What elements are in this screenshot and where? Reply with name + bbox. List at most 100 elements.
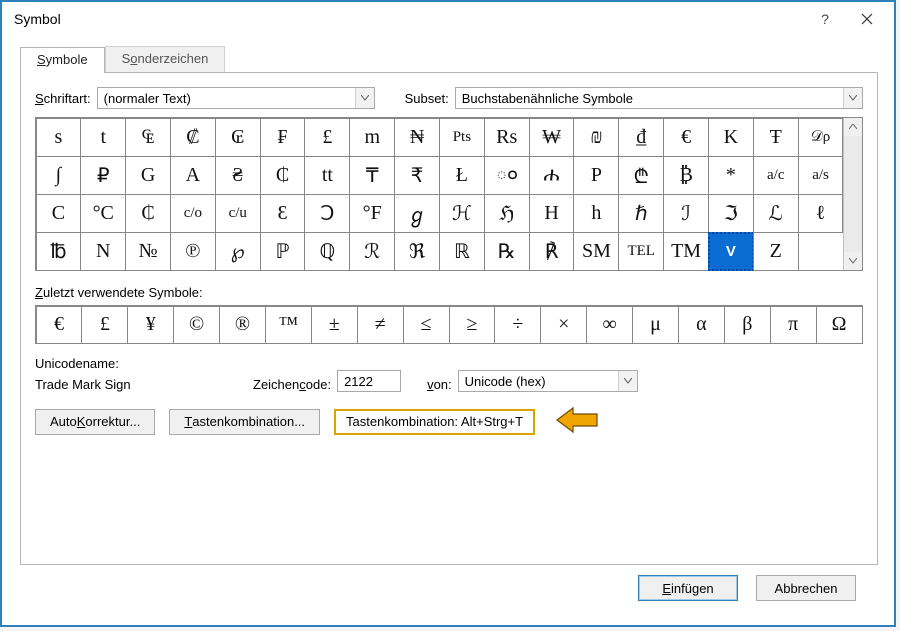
symbol-cell[interactable]: a/s — [798, 156, 844, 195]
symbol-cell[interactable]: ℌ — [484, 194, 530, 233]
symbol-cell[interactable]: V — [708, 232, 754, 271]
symbol-cell[interactable]: ₣ — [260, 118, 306, 157]
recent-symbol-cell[interactable]: ≥ — [449, 306, 496, 344]
symbol-cell[interactable]: ₵ — [125, 194, 171, 233]
recent-symbol-cell[interactable]: £ — [81, 306, 128, 344]
symbol-cell[interactable]: ₠ — [125, 118, 171, 157]
recent-symbol-cell[interactable]: ∞ — [586, 306, 633, 344]
symbol-cell[interactable]: SM — [573, 232, 619, 271]
symbol-cell[interactable]: ℏ — [618, 194, 664, 233]
symbol-cell[interactable]: * — [708, 156, 754, 195]
symbol-cell[interactable]: ₢ — [215, 118, 261, 157]
symbol-cell[interactable]: £ — [304, 118, 350, 157]
recent-symbol-cell[interactable]: Ω — [816, 306, 863, 344]
symbol-cell[interactable]: ₩ — [529, 118, 575, 157]
symbol-cell[interactable]: Ł — [439, 156, 485, 195]
symbol-cell[interactable]: ₽ — [80, 156, 126, 195]
symbol-cell[interactable]: °C — [80, 194, 126, 233]
recent-symbols[interactable]: €£¥©®™±≠≤≥÷×∞μαβπΩ — [35, 305, 863, 344]
symbol-cell[interactable]: ℜ — [394, 232, 440, 271]
cancel-button[interactable]: Abbrechen — [756, 575, 856, 601]
symbol-cell[interactable]: ₾ — [618, 156, 664, 195]
insert-button[interactable]: Einfügen — [638, 575, 738, 601]
recent-symbol-cell[interactable]: € — [36, 306, 83, 344]
symbol-cell[interactable]: m — [349, 118, 395, 157]
grid-scrollbar[interactable] — [843, 118, 862, 270]
tab-special-chars[interactable]: Sonderzeichen — [105, 46, 226, 72]
symbol-cell[interactable]: ₫ — [618, 118, 664, 157]
symbol-cell[interactable]: Z — [753, 232, 799, 271]
symbol-cell[interactable]: ₿ — [663, 156, 709, 195]
symbol-cell[interactable]: ₪ — [573, 118, 619, 157]
symbol-cell[interactable]: ℟ — [529, 232, 575, 271]
symbol-cell[interactable]: ℛ — [349, 232, 395, 271]
symbol-cell[interactable]: ℚ — [304, 232, 350, 271]
symbol-cell[interactable]: ℓ — [798, 194, 844, 233]
symbol-cell[interactable]: ℋ — [439, 194, 485, 233]
symbol-cell[interactable]: ℑ — [708, 194, 754, 233]
symbol-cell[interactable]: a/c — [753, 156, 799, 195]
symbol-cell[interactable]: TM — [663, 232, 709, 271]
recent-symbol-cell[interactable]: μ — [632, 306, 679, 344]
autocorrect-button[interactable]: AutoKorrektur... — [35, 409, 155, 435]
recent-symbol-cell[interactable]: ™ — [265, 306, 312, 344]
symbol-cell[interactable]: 𝒟ρ — [798, 118, 844, 157]
symbol-cell[interactable]: € — [663, 118, 709, 157]
symbol-cell[interactable]: № — [125, 232, 171, 271]
recent-symbol-cell[interactable]: π — [770, 306, 817, 344]
symbol-cell[interactable]: N — [80, 232, 126, 271]
scroll-up-icon[interactable] — [844, 118, 862, 136]
symbol-cell[interactable]: ℗ — [170, 232, 216, 271]
recent-symbol-cell[interactable]: ≠ — [357, 306, 404, 344]
symbol-cell[interactable]: ∫ — [36, 156, 82, 195]
shortcut-key-button[interactable]: Tastenkombination... — [169, 409, 320, 435]
symbol-cell[interactable]: tt — [304, 156, 350, 195]
symbol-cell[interactable]: ℊ — [394, 194, 440, 233]
recent-symbol-cell[interactable]: α — [678, 306, 725, 344]
symbol-cell[interactable]: Pts — [439, 118, 485, 157]
subset-dropdown[interactable]: Buchstabenähnliche Symbole — [455, 87, 863, 109]
symbol-cell[interactable]: K — [708, 118, 754, 157]
symbol-cell[interactable]: Ↄ — [304, 194, 350, 233]
symbol-cell[interactable]: A — [170, 156, 216, 195]
recent-symbol-cell[interactable]: β — [724, 306, 771, 344]
symbol-cell[interactable]: s — [36, 118, 82, 157]
symbol-cell[interactable]: C — [36, 194, 82, 233]
symbol-cell[interactable]: ℙ — [260, 232, 306, 271]
symbol-cell[interactable]: Ŧ — [753, 118, 799, 157]
symbol-cell[interactable]: ℔ — [36, 232, 82, 271]
char-code-input[interactable]: 2122 — [337, 370, 401, 392]
symbol-grid[interactable]: st₠₡₢₣£m₦PtsRs₩₪₫€KŦ𝒟ρ∫₽GA₴₵tt₸₹ŁంሐP₾₿*a… — [36, 118, 843, 270]
symbol-cell[interactable]: ₦ — [394, 118, 440, 157]
symbol-cell[interactable]: H — [529, 194, 575, 233]
recent-symbol-cell[interactable]: ± — [311, 306, 358, 344]
symbol-cell[interactable]: c/u — [215, 194, 261, 233]
symbol-cell[interactable]: ₵ — [260, 156, 306, 195]
recent-symbol-cell[interactable]: ≤ — [403, 306, 450, 344]
symbol-cell[interactable]: ሐ — [529, 156, 575, 195]
recent-symbol-cell[interactable]: © — [173, 306, 220, 344]
symbol-cell[interactable]: h — [573, 194, 619, 233]
recent-symbol-cell[interactable]: × — [540, 306, 587, 344]
symbol-cell[interactable]: °F — [349, 194, 395, 233]
symbol-cell[interactable]: G — [125, 156, 171, 195]
symbol-cell[interactable]: ℐ — [663, 194, 709, 233]
recent-symbol-cell[interactable]: ¥ — [127, 306, 174, 344]
symbol-cell[interactable]: ₡ — [170, 118, 216, 157]
symbol-cell[interactable]: t — [80, 118, 126, 157]
symbol-cell[interactable]: Rs — [484, 118, 530, 157]
font-dropdown[interactable]: (normaler Text) — [97, 87, 375, 109]
symbol-cell[interactable]: ₹ — [394, 156, 440, 195]
scroll-down-icon[interactable] — [844, 252, 862, 270]
symbol-cell[interactable]: ℒ — [753, 194, 799, 233]
symbol-cell[interactable]: ℝ — [439, 232, 485, 271]
from-dropdown[interactable]: Unicode (hex) — [458, 370, 638, 392]
recent-symbol-cell[interactable]: ® — [219, 306, 266, 344]
symbol-cell[interactable]: ం — [484, 156, 530, 195]
help-button[interactable]: ? — [804, 4, 846, 34]
symbol-cell[interactable]: c/o — [170, 194, 216, 233]
symbol-cell[interactable]: TEL — [618, 232, 664, 271]
recent-symbol-cell[interactable]: ÷ — [494, 306, 541, 344]
symbol-cell[interactable]: Ɛ — [260, 194, 306, 233]
tab-symbols[interactable]: Symbole — [20, 47, 105, 73]
